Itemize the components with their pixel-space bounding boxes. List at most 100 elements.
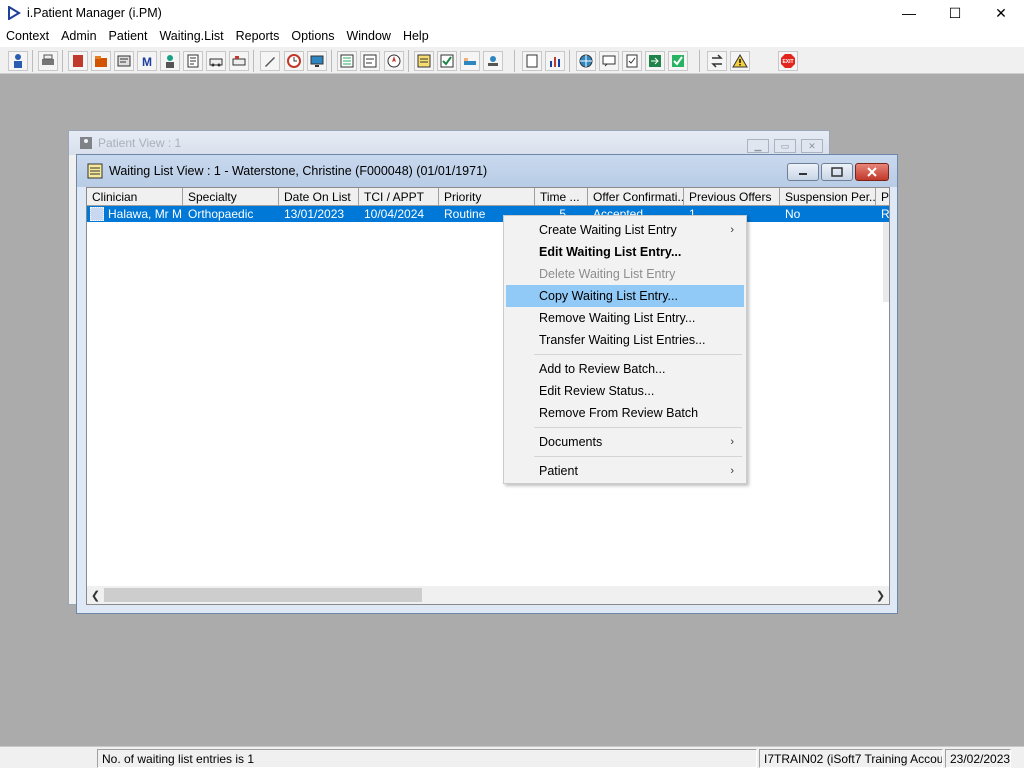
column-time[interactable]: Time ... <box>535 188 588 206</box>
svg-text:M: M <box>142 55 152 69</box>
menu-item-patient[interactable]: Patient › <box>506 460 744 482</box>
cell-specialty: Orthopaedic <box>188 207 254 221</box>
waiting-list-icon <box>87 163 103 179</box>
menu-waiting-list[interactable]: Waiting.List <box>153 26 229 47</box>
note-yellow-icon[interactable] <box>414 51 434 71</box>
column-suspension-period[interactable]: Suspension Per... <box>780 188 876 206</box>
status-bar: No. of waiting list entries is 1 I7TRAIN… <box>0 746 1024 768</box>
column-specialty[interactable]: Specialty <box>183 188 279 206</box>
folder-icon[interactable] <box>91 51 111 71</box>
document-icon[interactable] <box>183 51 203 71</box>
cell-date-on-list: 13/01/2023 <box>284 207 345 221</box>
waiting-list-window: Waiting List View : 1 - Waterstone, Chri… <box>76 154 898 614</box>
patient-search-icon[interactable] <box>8 51 28 71</box>
main-toolbar: M EXIT <box>0 47 1024 74</box>
column-p[interactable]: P <box>876 188 889 206</box>
status-date: 23/02/2023 <box>945 749 1011 768</box>
column-previous-offers[interactable]: Previous Offers <box>684 188 780 206</box>
row-record-icon <box>90 207 104 221</box>
cell-p: R <box>881 207 890 221</box>
exit-icon[interactable]: EXIT <box>778 51 798 71</box>
clipboard-check-icon[interactable] <box>622 51 642 71</box>
horizontal-scrollbar[interactable]: ❮ ❯ <box>87 586 889 604</box>
patient-view-title-bar[interactable]: Patient View : 1 ▁ ▭ ✕ <box>69 131 829 155</box>
printer-icon[interactable] <box>38 51 58 71</box>
transport-icon[interactable] <box>229 51 249 71</box>
book-icon[interactable] <box>68 51 88 71</box>
scrollbar-thumb[interactable] <box>104 588 422 602</box>
ambulance-icon[interactable] <box>206 51 226 71</box>
scroll-right-arrow-icon[interactable]: ❯ <box>872 586 889 604</box>
menu-item-create-waiting-list-entry[interactable]: Create Waiting List Entry › <box>506 219 744 241</box>
mail-icon[interactable]: M <box>137 51 157 71</box>
menu-admin[interactable]: Admin <box>55 26 102 47</box>
message-icon[interactable] <box>599 51 619 71</box>
green-check-icon[interactable] <box>668 51 688 71</box>
waiting-list-close-button[interactable] <box>855 163 889 181</box>
menu-patient[interactable]: Patient <box>103 26 154 47</box>
menu-item-add-to-review-batch[interactable]: Add to Review Batch... <box>506 358 744 380</box>
menu-window[interactable]: Window <box>340 26 396 47</box>
clock-icon[interactable] <box>284 51 304 71</box>
waiting-list-title-bar[interactable]: Waiting List View : 1 - Waterstone, Chri… <box>77 155 897 187</box>
menu-separator <box>534 456 742 457</box>
swap-icon[interactable] <box>707 51 727 71</box>
globe-icon[interactable] <box>576 51 596 71</box>
patient-view-maximize-button[interactable]: ▭ <box>774 139 796 153</box>
menu-item-remove-from-review-batch[interactable]: Remove From Review Batch <box>506 402 744 424</box>
svg-text:EXIT: EXIT <box>782 59 793 65</box>
maximize-button[interactable]: ☐ <box>932 0 978 26</box>
scroll-left-arrow-icon[interactable]: ❮ <box>87 586 104 604</box>
cell-tci-appt: 10/04/2024 <box>364 207 425 221</box>
status-account: I7TRAIN02 (iSoft7 Training Account) <box>759 749 943 768</box>
waiting-list-title: Waiting List View : 1 - Waterstone, Chri… <box>109 164 488 178</box>
submenu-arrow-icon: › <box>730 436 734 448</box>
person-icon[interactable] <box>160 51 180 71</box>
menu-context[interactable]: Context <box>0 26 55 47</box>
table-row[interactable]: Halawa, Mr M Orthopaedic 13/01/2023 10/0… <box>87 206 890 222</box>
green-arrow-icon[interactable] <box>645 51 665 71</box>
column-date-on-list[interactable]: Date On List <box>279 188 359 206</box>
menu-options[interactable]: Options <box>285 26 340 47</box>
warning-icon[interactable] <box>730 51 750 71</box>
page-icon[interactable] <box>522 51 542 71</box>
compass-icon[interactable] <box>384 51 404 71</box>
menu-help[interactable]: Help <box>397 26 435 47</box>
close-button[interactable]: ✕ <box>978 0 1024 26</box>
records-icon[interactable] <box>114 51 134 71</box>
theatre-icon[interactable] <box>483 51 503 71</box>
menu-item-transfer-waiting-list-entries[interactable]: Transfer Waiting List Entries... <box>506 329 744 351</box>
status-entries-count: No. of waiting list entries is 1 <box>97 749 757 768</box>
column-offer-confirmation[interactable]: Offer Confirmati... <box>588 188 684 206</box>
checklist-icon[interactable] <box>437 51 457 71</box>
cell-clinician: Halawa, Mr M <box>108 207 183 221</box>
waiting-list-maximize-button[interactable] <box>821 163 853 181</box>
column-clinician[interactable]: Clinician <box>87 188 183 206</box>
app-title: i.Patient Manager (i.PM) <box>27 6 162 20</box>
cell-suspension: No <box>785 207 801 221</box>
vertical-scrollbar[interactable] <box>883 222 889 302</box>
menu-item-remove-waiting-list-entry[interactable]: Remove Waiting List Entry... <box>506 307 744 329</box>
edit-icon[interactable] <box>260 51 280 71</box>
submenu-arrow-icon: › <box>730 224 734 236</box>
menu-item-edit-waiting-list-entry[interactable]: Edit Waiting List Entry... <box>506 241 744 263</box>
patient-view-minimize-button[interactable]: ▁ <box>747 139 769 153</box>
bed-icon[interactable] <box>460 51 480 71</box>
bar-chart-icon[interactable] <box>545 51 565 71</box>
menu-reports[interactable]: Reports <box>230 26 286 47</box>
menu-item-documents[interactable]: Documents › <box>506 431 744 453</box>
notes-icon[interactable] <box>360 51 380 71</box>
patient-view-title: Patient View : 1 <box>98 136 182 150</box>
menu-item-edit-review-status[interactable]: Edit Review Status... <box>506 380 744 402</box>
waiting-list-minimize-button[interactable] <box>787 163 819 181</box>
column-priority[interactable]: Priority <box>439 188 535 206</box>
monitor-icon[interactable] <box>307 51 327 71</box>
list-icon[interactable] <box>337 51 357 71</box>
menu-bar: Context Admin Patient Waiting.List Repor… <box>0 26 1024 47</box>
menu-item-copy-waiting-list-entry[interactable]: Copy Waiting List Entry... <box>506 285 744 307</box>
context-menu: Create Waiting List Entry › Edit Waiting… <box>503 215 747 484</box>
submenu-arrow-icon: › <box>730 465 734 477</box>
minimize-button[interactable]: — <box>886 0 932 26</box>
column-tci-appt[interactable]: TCI / APPT <box>359 188 439 206</box>
patient-view-close-button[interactable]: ✕ <box>801 139 823 153</box>
